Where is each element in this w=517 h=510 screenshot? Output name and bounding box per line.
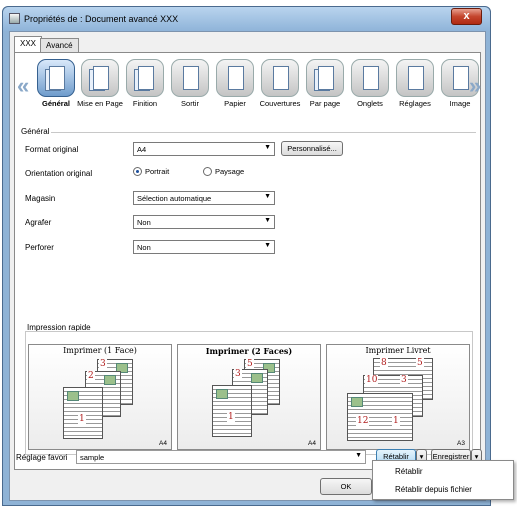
- reset-menu: Rétablir Rétablir depuis fichier: [372, 460, 514, 500]
- card-title: Imprimer (2 Faces): [205, 346, 293, 356]
- menu-item-reset-from-file[interactable]: Rétablir depuis fichier: [395, 485, 472, 494]
- tool-label: Finition: [132, 99, 158, 108]
- section-general: Général: [21, 127, 50, 136]
- format-value: A4: [137, 145, 147, 154]
- format-label: Format original: [25, 145, 79, 154]
- menu-item-reset[interactable]: Rétablir: [395, 467, 423, 476]
- quick-print-group: Imprimer (1 Face) 3 2 1 A4 Imprimer (2 F…: [25, 331, 473, 455]
- staple-label: Agrafer: [25, 218, 52, 227]
- tab-avance[interactable]: Avancé: [40, 38, 79, 53]
- general-icon: [37, 59, 75, 97]
- tray-select[interactable]: Sélection automatique ▼: [133, 191, 275, 205]
- tool-sortir[interactable]: Sortir: [165, 59, 215, 119]
- landscape-label: Paysage: [215, 167, 245, 176]
- title-bar: Propriétés de : Document avancé XXX x: [3, 7, 490, 31]
- radio-dot: [203, 167, 212, 176]
- punch-label: Perforer: [25, 243, 54, 252]
- chevron-down-icon: ▼: [264, 242, 271, 249]
- page-thumb: 1: [63, 387, 103, 439]
- tab-panel: « Général Mise en Page Finition Sortir P…: [14, 52, 481, 470]
- divider: [51, 132, 476, 133]
- chevron-down-icon: ▼: [355, 452, 362, 459]
- tray-label: Magasin: [25, 194, 56, 203]
- favorite-select[interactable]: sample ▼: [76, 450, 366, 464]
- favorite-value: sample: [80, 453, 105, 462]
- paper-icon: [216, 59, 254, 97]
- favorite-label: Réglage favori: [16, 453, 68, 462]
- landscape-radio[interactable]: Paysage: [203, 167, 244, 176]
- chevron-down-icon: ▼: [264, 193, 271, 200]
- tool-couvertures[interactable]: Couvertures: [255, 59, 305, 119]
- dialog-client: XXX Avancé « Général Mise en Page Finiti…: [9, 31, 486, 501]
- radio-dot: [133, 167, 142, 176]
- tool-general[interactable]: Général: [31, 59, 81, 119]
- tool-label: Général: [42, 99, 70, 108]
- layout-icon: [81, 59, 119, 97]
- tool-label: Couvertures: [259, 99, 301, 108]
- format-select[interactable]: A4 ▼: [133, 142, 275, 156]
- tool-label: Onglets: [357, 99, 383, 108]
- custom-size-button[interactable]: Personnalisé...: [281, 141, 343, 156]
- tabs-icon: [351, 59, 389, 97]
- chevron-down-icon: ▼: [264, 217, 271, 224]
- window-title: Propriétés de : Document avancé XXX: [24, 14, 179, 24]
- output-icon: [171, 59, 209, 97]
- ok-button[interactable]: OK: [320, 478, 372, 495]
- tool-label: Réglages: [399, 99, 431, 108]
- tool-label: Papier: [224, 99, 246, 108]
- page-thumb: 12 1: [347, 393, 413, 441]
- card-title: Imprimer (1 Face): [63, 346, 137, 355]
- tool-label: Image: [449, 99, 471, 108]
- dialog-window: Propriétés de : Document avancé XXX x XX…: [2, 6, 491, 506]
- per-page-icon: [306, 59, 344, 97]
- punch-value: Non: [137, 243, 151, 252]
- punch-select[interactable]: Non ▼: [133, 240, 275, 254]
- tool-onglets[interactable]: Onglets: [345, 59, 395, 119]
- page-thumb: 1: [212, 385, 252, 437]
- tool-label: Mise en Page: [77, 99, 123, 108]
- tool-label: Par page: [309, 99, 341, 108]
- tool-par-page[interactable]: Par page: [300, 59, 350, 119]
- tool-reglages[interactable]: Réglages: [390, 59, 440, 119]
- portrait-label: Portrait: [145, 167, 170, 176]
- tool-finition[interactable]: Finition: [120, 59, 170, 119]
- scroll-right-arrow[interactable]: »: [469, 73, 481, 99]
- feature-toolbar: « Général Mise en Page Finition Sortir P…: [17, 55, 481, 125]
- finishing-icon: [126, 59, 164, 97]
- tab-xxx[interactable]: XXX: [14, 36, 43, 53]
- quick-card-duplex[interactable]: Imprimer (2 Faces) 5 3 1 A4: [177, 344, 321, 450]
- settings-icon: [396, 59, 434, 97]
- chevron-down-icon: ▼: [264, 144, 271, 151]
- close-button[interactable]: x: [451, 8, 482, 25]
- card-title: Imprimer Livret: [365, 346, 431, 355]
- orientation-label: Orientation original: [25, 169, 93, 178]
- tray-value: Sélection automatique: [137, 194, 212, 203]
- quick-card-single[interactable]: Imprimer (1 Face) 3 2 1 A4: [28, 344, 172, 450]
- tool-papier[interactable]: Papier: [210, 59, 260, 119]
- staple-value: Non: [137, 218, 151, 227]
- cover-icon: [261, 59, 299, 97]
- card-paper-size: A4: [159, 440, 167, 447]
- quick-card-booklet[interactable]: Imprimer Livret 85 10 3 12 1 A3: [326, 344, 470, 450]
- staple-select[interactable]: Non ▼: [133, 215, 275, 229]
- printer-icon: [9, 13, 20, 24]
- tool-label: Sortir: [181, 99, 199, 108]
- card-paper-size: A3: [457, 440, 465, 447]
- portrait-radio[interactable]: Portrait: [133, 167, 169, 176]
- tool-mise-en-page[interactable]: Mise en Page: [75, 59, 125, 119]
- scroll-left-arrow[interactable]: «: [17, 73, 29, 99]
- card-paper-size: A4: [308, 440, 316, 447]
